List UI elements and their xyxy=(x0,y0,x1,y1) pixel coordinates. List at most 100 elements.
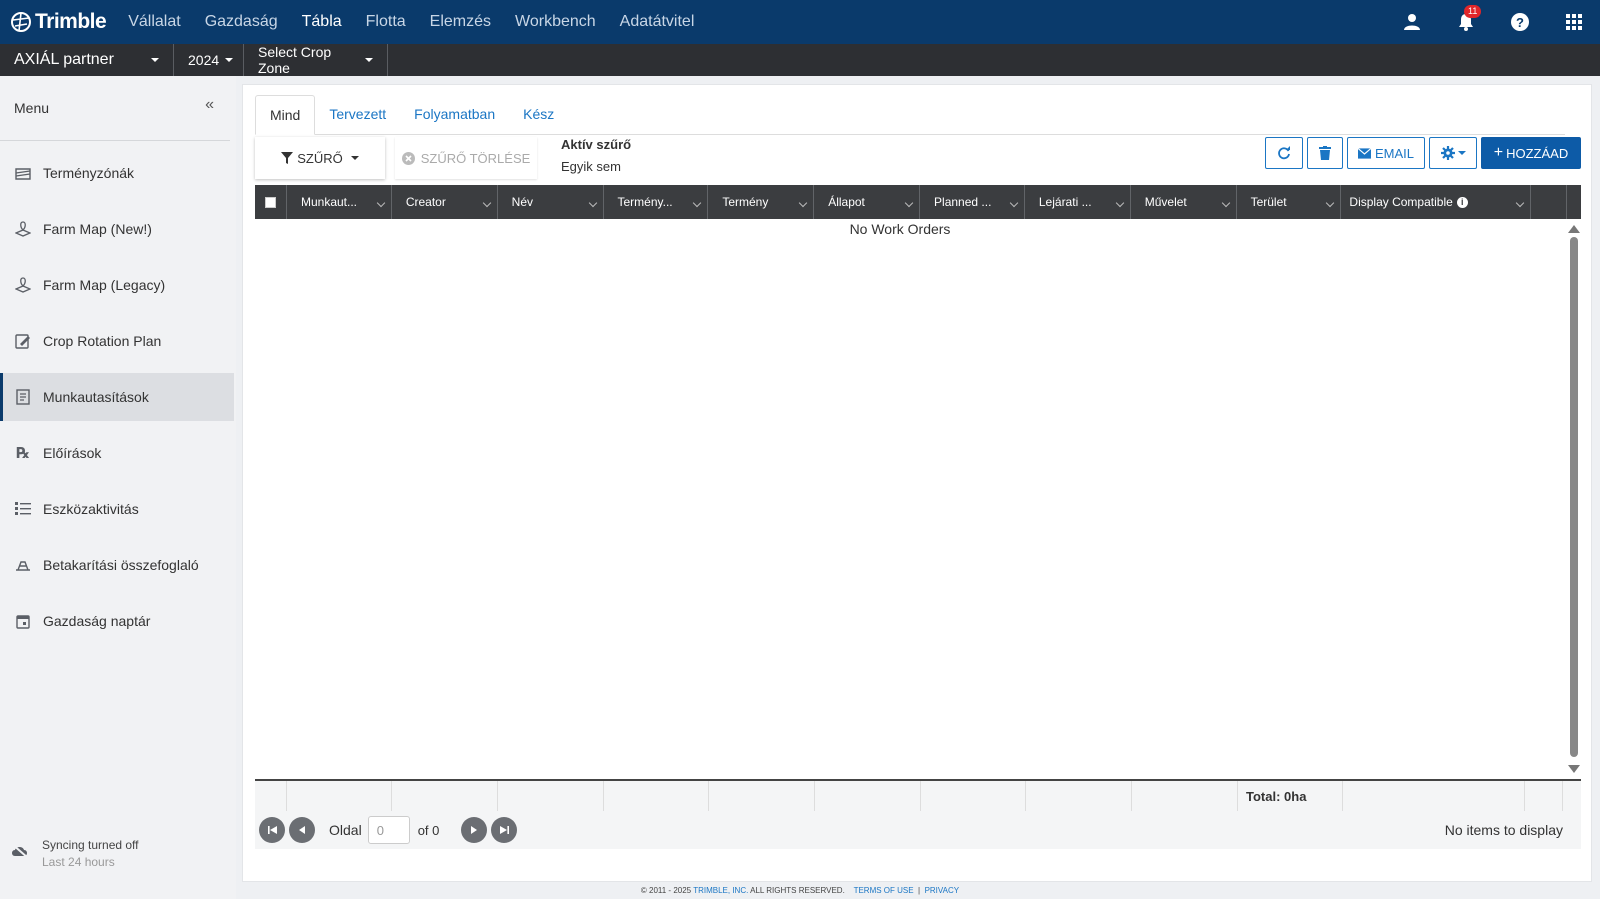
sidebar-item-eloirasok[interactable]: ℞ Előírások xyxy=(0,429,234,477)
column-header-planned[interactable]: Planned ... xyxy=(920,185,1025,219)
page-number-input[interactable] xyxy=(367,816,410,844)
column-header-creator[interactable]: Creator xyxy=(392,185,498,219)
page-footer: © 2011 - 2025 TRIMBLE, INC. ALL RIGHTS R… xyxy=(0,886,1600,895)
footer-cell xyxy=(1026,781,1132,811)
collapse-menu-icon[interactable]: « xyxy=(205,96,214,114)
chevron-down-icon xyxy=(482,198,491,208)
page-label: Oldal xyxy=(329,822,362,838)
notification-bell-icon[interactable]: 11 xyxy=(1454,5,1482,34)
next-page-button[interactable] xyxy=(461,817,488,843)
column-header-munkautasitas[interactable]: Munkaut... xyxy=(287,185,392,219)
footer-cell xyxy=(287,781,392,811)
nav-item-elemzes[interactable]: Elemzés xyxy=(430,13,491,31)
sidebar-item-termenyzonak[interactable]: Terményzónák xyxy=(0,149,234,197)
tab-folyamatban[interactable]: Folyamatban xyxy=(400,95,509,134)
crop-zone-dropdown[interactable]: Select Crop Zone xyxy=(244,44,388,76)
column-header-terulet[interactable]: Terület xyxy=(1237,185,1342,219)
first-page-button[interactable] xyxy=(259,817,285,843)
next-page-icon xyxy=(471,826,478,834)
organization-dropdown[interactable]: AXIÁL partner xyxy=(0,44,174,76)
column-header-label: Állapot xyxy=(828,195,865,209)
settings-dropdown-button[interactable] xyxy=(1429,137,1477,169)
sidebar-item-betakaritasi-osszefoglalo[interactable]: Betakarítási összefoglaló xyxy=(0,541,234,589)
nav-item-gazdasag[interactable]: Gazdaság xyxy=(205,13,278,31)
rights-text: ALL RIGHTS RESERVED. xyxy=(750,886,845,895)
chevron-down-icon xyxy=(1009,198,1019,208)
menu-list: Terményzónák Farm Map (New!) Farm Map (L… xyxy=(0,149,236,645)
tab-kesz[interactable]: Kész xyxy=(509,95,568,134)
column-header-label: Planned ... xyxy=(934,195,992,209)
farm-map-legacy-icon xyxy=(14,276,32,294)
sidebar-item-farm-map-new[interactable]: Farm Map (New!) xyxy=(0,205,234,253)
svg-text:?: ? xyxy=(1516,15,1524,30)
menu-header: Menu « xyxy=(0,76,236,140)
top-navigation-bar: Trimble Vállalat Gazdaság Tábla Flotta E… xyxy=(0,0,1600,44)
column-header-display-compatible[interactable]: Display Compatible i xyxy=(1341,185,1532,219)
vertical-scrollbar[interactable] xyxy=(1567,223,1580,775)
terms-of-use-link[interactable]: TERMS OF USE xyxy=(854,886,914,895)
nav-item-adatatvitel[interactable]: Adatátvitel xyxy=(620,13,695,31)
sidebar-item-farm-map-legacy[interactable]: Farm Map (Legacy) xyxy=(0,261,234,309)
last-page-button[interactable] xyxy=(491,817,518,843)
scroll-down-arrow-icon[interactable] xyxy=(1568,765,1580,773)
copyright-text: © 2011 - 2025 xyxy=(640,886,692,895)
status-tabs: Mind Tervezett Folyamatban Kész xyxy=(255,95,1565,135)
sidebar-item-gazdasag-naptar[interactable]: Gazdaság naptár xyxy=(0,597,234,645)
clear-filter-button[interactable]: SZŰRŐ TÖRLÉSE xyxy=(395,137,537,179)
refresh-button[interactable] xyxy=(1265,137,1303,169)
help-icon[interactable]: ? xyxy=(1508,10,1532,34)
trimble-link[interactable]: TRIMBLE, INC. xyxy=(693,886,748,895)
crop-zone-label: Select Crop Zone xyxy=(258,44,332,76)
sidebar-item-eszkozaktivitas[interactable]: Eszközaktivitás xyxy=(0,485,234,533)
tab-tervezett[interactable]: Tervezett xyxy=(315,95,400,134)
footer-cell xyxy=(1132,781,1238,811)
column-header-muvelet[interactable]: Művelet xyxy=(1131,185,1237,219)
add-button[interactable]: + HOZZÁAD xyxy=(1481,137,1581,169)
chevron-down-icon xyxy=(151,58,159,62)
sidebar-item-munkautasitasok[interactable]: Munkautasítások xyxy=(0,373,234,421)
chevron-down-icon xyxy=(693,198,702,208)
nav-item-workbench[interactable]: Workbench xyxy=(515,13,596,31)
envelope-icon xyxy=(1358,147,1371,159)
trimble-globe-icon xyxy=(11,12,31,32)
column-header-termeny-short[interactable]: Termény... xyxy=(604,185,709,219)
sidebar-item-crop-rotation-plan[interactable]: Crop Rotation Plan xyxy=(0,317,234,365)
info-icon[interactable]: i xyxy=(1456,196,1468,208)
nav-item-flotta[interactable]: Flotta xyxy=(366,13,406,31)
tab-mind[interactable]: Mind xyxy=(255,95,316,135)
column-header-lejarati[interactable]: Lejárati ... xyxy=(1025,185,1131,219)
crop-rotation-icon xyxy=(14,332,32,350)
nav-item-tabla[interactable]: Tábla xyxy=(302,13,342,31)
filter-button-label: SZŰRŐ xyxy=(297,150,343,166)
scrollbar-thumb[interactable] xyxy=(1570,237,1578,757)
delete-button[interactable] xyxy=(1307,137,1343,169)
user-icon[interactable] xyxy=(1400,10,1424,34)
gear-icon xyxy=(1440,146,1455,160)
previous-page-icon xyxy=(299,826,305,834)
select-all-checkbox[interactable] xyxy=(265,196,276,208)
year-dropdown[interactable]: 2024 xyxy=(174,44,244,76)
farm-map-icon xyxy=(14,220,32,238)
filter-button[interactable]: SZŰRŐ xyxy=(255,137,385,179)
sidebar-item-label: Farm Map (Legacy) xyxy=(43,277,166,293)
sync-off-icon xyxy=(10,843,30,864)
footer-cell xyxy=(392,781,498,811)
trimble-logo[interactable]: Trimble xyxy=(10,10,107,34)
filter-funnel-icon xyxy=(281,152,294,164)
empty-grid-message: No Work Orders xyxy=(849,221,951,237)
select-all-header[interactable] xyxy=(255,185,287,219)
column-header-termeny[interactable]: Termény xyxy=(708,185,815,219)
nav-item-vallalat[interactable]: Vállalat xyxy=(128,13,180,31)
previous-page-button[interactable] xyxy=(289,817,315,843)
chevron-down-icon xyxy=(365,58,373,62)
column-header-extra xyxy=(1531,185,1568,219)
column-header-nev[interactable]: Név xyxy=(498,185,604,219)
app-grid-icon[interactable] xyxy=(1562,10,1586,34)
scroll-up-arrow-icon[interactable] xyxy=(1568,225,1580,233)
column-header-allapot[interactable]: Állapot xyxy=(814,185,921,219)
year-label: 2024 xyxy=(188,52,220,68)
footer-cell xyxy=(709,781,815,811)
filter-toolbar: SZŰRŐ SZŰRŐ TÖRLÉSE Aktív szűrő Egyik se… xyxy=(255,137,1581,181)
privacy-link[interactable]: PRIVACY xyxy=(925,886,960,895)
email-button[interactable]: EMAIL xyxy=(1347,137,1425,169)
